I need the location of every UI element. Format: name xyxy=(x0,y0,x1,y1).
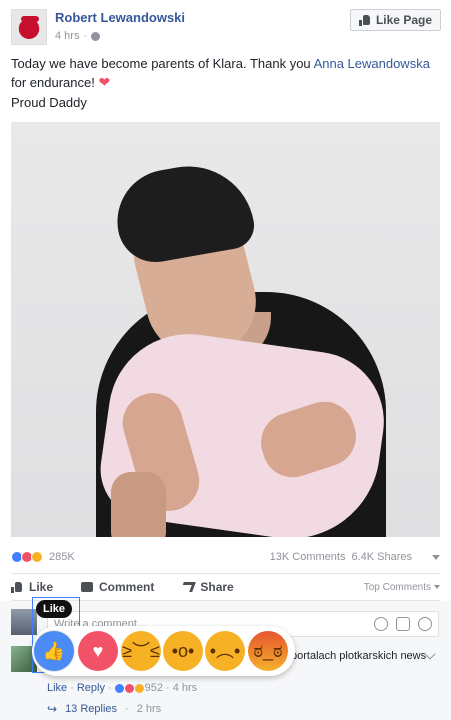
chevron-down-icon xyxy=(434,585,440,589)
share-icon xyxy=(180,582,197,592)
reaction-tooltip: Like xyxy=(36,600,72,618)
post-text-line-2: Proud Daddy xyxy=(11,95,87,110)
like-reaction-icon xyxy=(114,683,124,693)
haha-reaction-icon xyxy=(134,683,144,693)
reaction-stats: 285K 13K Comments 6.4K Shares xyxy=(11,549,440,565)
wow-icon[interactable]: •o• xyxy=(163,631,203,671)
thumbs-up-icon xyxy=(358,14,371,26)
shares-count[interactable]: 6.4K Shares xyxy=(351,551,412,563)
comment-text: portalach plotkarskich news xyxy=(291,650,427,662)
comment-meta: Like · Reply · 952 · 4 hrs xyxy=(47,682,198,694)
top-comments-dropdown[interactable]: Top Comments xyxy=(364,582,440,593)
author-name[interactable]: Robert Lewandowski xyxy=(55,10,185,25)
angry-icon[interactable]: ಠ_ಠ xyxy=(248,631,288,671)
comments-count[interactable]: 13K Comments xyxy=(270,551,346,563)
like-page-button[interactable]: Like Page xyxy=(349,9,441,31)
comment-icon xyxy=(81,582,94,592)
share-button[interactable]: Share xyxy=(180,580,234,594)
post-time[interactable]: 4 hrs xyxy=(55,30,79,42)
comment-like-link[interactable]: Like xyxy=(47,682,67,694)
like-page-label: Like Page xyxy=(375,13,432,27)
love-reaction-icon xyxy=(124,683,134,693)
comment-reply-link[interactable]: Reply xyxy=(77,682,105,694)
like-icon[interactable]: 👍 xyxy=(34,631,74,671)
post-text: Today we have become parents of Klara. T… xyxy=(11,56,430,90)
love-icon[interactable]: ♥ xyxy=(78,631,118,671)
haha-icon[interactable]: ≥︶≤ xyxy=(121,631,161,671)
heart-icon: ❤ xyxy=(98,74,111,90)
reaction-picker: 👍 ♥ ≥︶≤ •o• •︵• ಠ_ಠ xyxy=(32,626,295,676)
post-photo[interactable] xyxy=(11,122,440,537)
comment-button[interactable]: Comment xyxy=(81,580,154,594)
sad-icon[interactable]: •︵• xyxy=(205,631,245,671)
mentioned-person-link[interactable]: Anna Lewandowska xyxy=(314,56,430,71)
thumbs-up-icon xyxy=(11,581,23,593)
wow-reaction-icon xyxy=(31,551,43,563)
post-meta: 4 hrs · xyxy=(55,30,101,42)
chevron-down-icon[interactable] xyxy=(432,554,440,560)
post-header: Robert Lewandowski 4 hrs · Like Page xyxy=(11,9,441,47)
comment-time[interactable]: 4 hrs xyxy=(173,682,197,694)
post-actions: Like Comment Share Top Comments xyxy=(11,573,440,601)
author-avatar[interactable] xyxy=(11,9,47,45)
current-user-avatar xyxy=(11,609,37,635)
globe-icon xyxy=(91,31,101,41)
comment-reaction-count[interactable]: 952 xyxy=(145,682,163,694)
emoji-icon[interactable] xyxy=(374,617,388,631)
reaction-count[interactable]: 285K xyxy=(49,551,75,563)
camera-icon[interactable] xyxy=(396,617,410,631)
replies-link[interactable]: ↪ 13 Replies · 2 hrs xyxy=(47,702,161,716)
like-button[interactable]: Like xyxy=(11,580,53,594)
sticker-icon[interactable] xyxy=(418,617,432,631)
reply-arrow-icon: ↪ xyxy=(47,702,58,716)
